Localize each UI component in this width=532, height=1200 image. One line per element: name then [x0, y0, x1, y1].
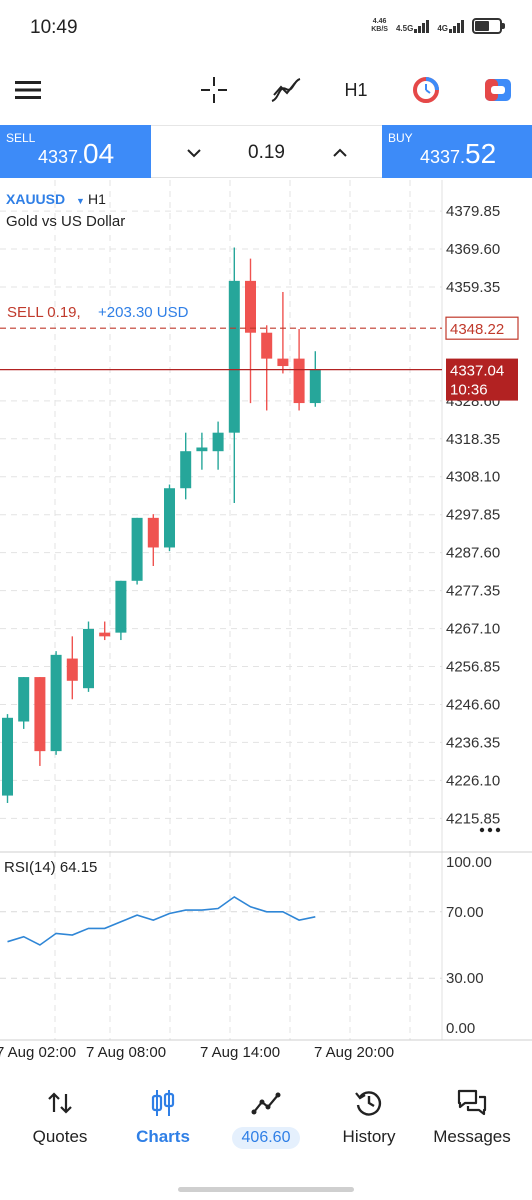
nav-quotes[interactable]: Quotes: [10, 1083, 110, 1147]
buy-button[interactable]: BUY 4337.52: [382, 125, 532, 178]
current-candle-timer: 10:36: [450, 382, 488, 399]
candle-body: [83, 628, 94, 689]
position-price-label: 4348.22: [450, 321, 504, 338]
nav-history[interactable]: History: [319, 1083, 419, 1147]
candle-body: [277, 358, 289, 367]
nav-charts-label: Charts: [136, 1127, 190, 1146]
nav-history-label: History: [342, 1127, 396, 1146]
nav-messages-label: Messages: [433, 1127, 511, 1146]
trade-dial-icon[interactable]: [406, 70, 446, 110]
rsi-line: [7, 895, 316, 946]
price-tick-label: 4256.85: [446, 659, 500, 676]
crosshair-icon[interactable]: [196, 70, 232, 110]
history-icon: [319, 1083, 419, 1123]
nav-quotes-label: Quotes: [32, 1127, 88, 1146]
price-tick-label: 4369.60: [446, 241, 500, 258]
candle-body: [164, 488, 175, 548]
position-profit: +203.30 USD: [98, 304, 189, 321]
signal-icon-2: 4G: [437, 19, 464, 33]
sell-label: SELL: [6, 131, 36, 145]
candle-body: [309, 369, 321, 404]
battery-icon: [472, 18, 505, 34]
signal-icon: 4.5G: [396, 19, 430, 33]
charts-icon: [113, 1083, 213, 1123]
quotes-icon: [10, 1083, 110, 1123]
price-tick-label: 4215.85: [446, 810, 500, 827]
status-bar: 10:49 4.46 KB/S 4.5G 4G: [0, 0, 532, 60]
candle-body: [2, 717, 13, 796]
price-tick-label: 4308.10: [446, 469, 500, 486]
candle-body: [261, 332, 273, 359]
trade-icon: [216, 1083, 316, 1123]
position-label[interactable]: SELL 0.19,: [7, 304, 81, 321]
chart-timeframe-label: H1: [88, 191, 106, 207]
candle-body: [147, 517, 159, 548]
symbol-dropdown-icon[interactable]: ▼: [76, 196, 85, 206]
price-tick-label: 4277.35: [446, 583, 500, 600]
candle-body: [18, 677, 30, 722]
rsi-tick-label: 100.00: [446, 854, 492, 871]
sell-price: 4337.04: [38, 138, 115, 169]
price-tick-label: 4246.60: [446, 696, 500, 713]
candle-body: [34, 677, 46, 752]
chevron-up-icon: [333, 148, 347, 157]
buy-label: BUY: [388, 131, 413, 145]
candle-body: [245, 280, 256, 333]
candle-body: [293, 358, 305, 404]
time-tick-label: 7 Aug 08:00: [86, 1044, 166, 1061]
menu-icon[interactable]: [10, 70, 46, 110]
price-tick-label: 4267.10: [446, 621, 500, 638]
rsi-label: RSI(14) 64.15: [4, 859, 97, 876]
more-dot-1: [487, 827, 493, 833]
rsi-tick-label: 0.00: [446, 1020, 475, 1037]
candle-body: [131, 517, 143, 581]
messages-icon: [422, 1083, 522, 1123]
candle-body: [99, 632, 111, 637]
more-dot-2: [495, 827, 501, 833]
price-tick-label: 4287.60: [446, 545, 500, 562]
price-tick-label: 4379.85: [446, 203, 500, 220]
timeframe-button[interactable]: H1: [336, 70, 376, 110]
indicators-icon[interactable]: [266, 70, 306, 110]
home-indicator: [178, 1187, 354, 1192]
price-tick-label: 4226.10: [446, 772, 500, 789]
price-tick-label: 4359.35: [446, 279, 500, 296]
one-click-trade-panel: SELL 4337.04 0.19 BUY 4337.52: [0, 125, 532, 178]
more-dot-0: [479, 827, 485, 833]
buy-price: 4337.52: [420, 138, 497, 169]
symbol-description: Gold vs US Dollar: [6, 213, 125, 230]
trade-profit-badge: 406.60: [231, 1127, 301, 1149]
toggle-icon[interactable]: [478, 70, 518, 110]
price-chart[interactable]: 4379.85 4369.60 4359.35 4328.60 4318.35 4308.…: [0, 180, 532, 1070]
bottom-nav: Quotes Charts 406.60 History Messages: [0, 1075, 532, 1165]
candle-body: [66, 658, 78, 681]
nav-messages[interactable]: Messages: [422, 1083, 522, 1147]
nav-charts[interactable]: Charts: [113, 1083, 213, 1147]
current-price-label: 4337.04: [450, 363, 504, 380]
candle-body: [50, 654, 62, 752]
chart-toolbar: H1: [0, 60, 532, 120]
time-tick-label: 7 Aug 20:00: [314, 1044, 394, 1061]
candle-body: [115, 580, 127, 633]
price-tick-label: 4236.35: [446, 734, 500, 751]
candle-body: [180, 451, 192, 489]
time-tick-label: 7 Aug 02:00: [0, 1044, 76, 1061]
symbol-label[interactable]: XAUUSD: [6, 191, 65, 207]
price-tick-label: 4318.35: [446, 431, 500, 448]
time-tick-label: 7 Aug 14:00: [200, 1044, 280, 1061]
rsi-tick-label: 30.00: [446, 970, 484, 987]
status-icons: 4.46 KB/S 4.5G 4G: [371, 18, 505, 34]
increase-volume-button[interactable]: [325, 138, 355, 168]
chart-canvas[interactable]: 4379.854369.604359.354328.604318.354308.…: [0, 180, 532, 1070]
net-speed: 4.46 KB/S: [371, 18, 388, 33]
candle-body: [212, 432, 224, 452]
rsi-tick-label: 70.00: [446, 904, 484, 921]
volume-control: 0.19: [151, 125, 382, 178]
status-time: 10:49: [30, 17, 78, 38]
candle-body: [228, 280, 240, 433]
sell-button[interactable]: SELL 4337.04: [0, 125, 151, 178]
candle-body: [196, 447, 208, 452]
price-tick-label: 4297.85: [446, 507, 500, 524]
nav-trade[interactable]: 406.60: [216, 1083, 316, 1149]
